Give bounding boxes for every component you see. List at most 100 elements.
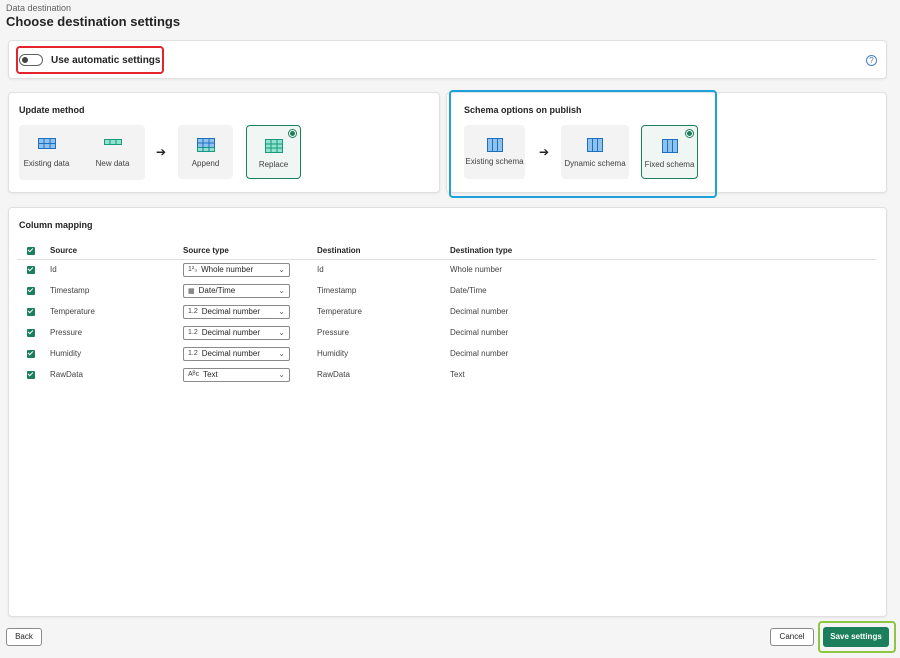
source-cell: Temperature: [50, 307, 95, 316]
column-mapping-table: Source Source type Destination Destinati…: [17, 242, 877, 385]
append-option[interactable]: Append: [178, 125, 233, 179]
destination-cell: Timestamp: [317, 286, 357, 295]
source-type-dropdown[interactable]: 1.2 Decimal number ⌄: [183, 304, 290, 319]
decimal-type-icon: 1.2: [188, 329, 198, 336]
source-cell: RawData: [50, 370, 83, 379]
toggle-knob: [22, 57, 28, 63]
text-type-icon: Aᴮc: [188, 371, 200, 378]
fixed-schema-icon: [661, 139, 678, 153]
table-rows-icon: [103, 139, 122, 145]
header-destination-type: Destination type: [450, 242, 877, 260]
replace-option[interactable]: Replace: [246, 125, 301, 179]
source-type-value: Text: [203, 370, 218, 379]
table-row: Timestamp ▦ Date/Time ⌄ Timestamp Date/Tim…: [17, 280, 877, 301]
breadcrumb: Data destination: [6, 3, 72, 13]
decimal-type-icon: 1.2: [188, 350, 198, 357]
auto-settings-label: Use automatic settings: [51, 55, 161, 66]
append-table-icon: [196, 138, 215, 152]
auto-settings-card: Use automatic settings ?: [8, 40, 887, 79]
selected-radio-icon: [685, 129, 694, 138]
destination-cell: Humidity: [317, 349, 349, 358]
destination-type-cell: Decimal number: [450, 349, 509, 358]
destination-cell: Id: [317, 265, 324, 275]
save-settings-button[interactable]: Save settings: [823, 627, 889, 647]
column-mapping-card: Column mapping Source Source type Destin…: [8, 207, 887, 617]
source-type-value: Date/Time: [198, 286, 236, 295]
destination-type-cell: Decimal number: [450, 328, 509, 337]
row-checkbox[interactable]: [27, 286, 35, 295]
whole-number-type-icon: 1²₃: [188, 266, 198, 274]
replace-label: Replace: [258, 160, 289, 169]
table-header-row: Source Source type Destination Destinati…: [17, 242, 877, 260]
dynamic-schema-option[interactable]: Dynamic schema: [561, 125, 629, 179]
header-destination: Destination: [317, 242, 450, 260]
header-source-type: Source type: [183, 242, 317, 260]
table-row: RawData Aᴮc Text ⌄ RawData Text: [17, 364, 877, 385]
table-icon: [37, 138, 56, 149]
destination-cell: Pressure: [317, 328, 350, 337]
source-cell: Id: [50, 265, 57, 275]
destination-cell: Temperature: [317, 307, 362, 316]
destination-cell: RawData: [317, 370, 350, 379]
chevron-down-icon: ⌄: [278, 348, 285, 358]
table-row: Humidity 1.2 Decimal number ⌄ Humidity Dec…: [17, 343, 877, 364]
dynamic-schema-icon: [587, 138, 603, 152]
update-method-card: Update method Existing data New data ➔ A…: [8, 92, 440, 193]
schema-columns-icon: [486, 138, 503, 152]
append-label: Append: [191, 159, 220, 168]
schema-options-title: Schema options on publish: [464, 105, 582, 115]
destination-type-cell: Date/Time: [450, 286, 487, 295]
destination-type-cell: Text: [450, 370, 465, 379]
arrow-right-icon: ➔: [156, 145, 167, 159]
destination-type-cell: Decimal number: [450, 307, 509, 316]
row-checkbox[interactable]: [27, 370, 35, 379]
page-title: Choose destination settings: [6, 14, 181, 29]
source-type-value: Decimal number: [201, 307, 260, 316]
source-cell: Pressure: [50, 328, 83, 337]
selected-radio-icon: [288, 129, 297, 138]
dynamic-schema-label: Dynamic schema: [564, 159, 626, 168]
row-checkbox[interactable]: [27, 266, 35, 275]
decimal-type-icon: 1.2: [188, 308, 198, 315]
source-type-dropdown[interactable]: Aᴮc Text ⌄: [183, 367, 290, 382]
header-source: Source: [50, 242, 183, 260]
back-button[interactable]: Back: [6, 628, 42, 646]
source-type-dropdown[interactable]: 1.2 Decimal number ⌄: [183, 346, 290, 361]
source-type-value: Whole number: [201, 265, 254, 275]
schema-options-card: Schema options on publish Existing schem…: [446, 90, 887, 198]
chevron-down-icon: ⌄: [278, 285, 285, 295]
cancel-button[interactable]: Cancel: [770, 628, 814, 646]
existing-data-option: Existing data: [19, 125, 74, 179]
select-all-checkbox[interactable]: [27, 246, 35, 255]
existing-schema-label: Existing schema: [465, 157, 524, 166]
update-method-title: Update method: [19, 105, 85, 115]
source-type-dropdown[interactable]: 1.2 Decimal number ⌄: [183, 325, 290, 340]
existing-data-label: Existing data: [23, 159, 70, 168]
new-data-option: New data: [85, 125, 140, 179]
source-type-value: Decimal number: [201, 349, 260, 358]
source-type-dropdown[interactable]: 1²₃ Whole number ⌄: [183, 262, 290, 277]
row-checkbox[interactable]: [27, 349, 35, 358]
auto-settings-toggle[interactable]: [19, 54, 43, 66]
destination-type-cell: Whole number: [450, 265, 503, 275]
row-checkbox[interactable]: [27, 307, 35, 316]
chevron-down-icon: ⌄: [278, 327, 285, 337]
chevron-down-icon: ⌄: [278, 264, 285, 274]
source-type-dropdown[interactable]: ▦ Date/Time ⌄: [183, 283, 290, 298]
table-row: Pressure 1.2 Decimal number ⌄ Pressure Dec…: [17, 322, 877, 343]
source-cell: Humidity: [50, 349, 82, 358]
column-mapping-title: Column mapping: [19, 220, 93, 230]
existing-schema-option: Existing schema: [464, 125, 525, 179]
chevron-down-icon: ⌄: [278, 369, 285, 379]
table-row: Temperature 1.2 Decimal number ⌄ Temperatu…: [17, 301, 877, 322]
arrow-right-icon: ➔: [539, 145, 550, 159]
question-circle-icon[interactable]: ?: [866, 55, 877, 66]
calendar-icon: ▦: [188, 287, 195, 295]
table-row: Id 1²₃ Whole number ⌄ Id Whole number: [17, 259, 877, 280]
fixed-schema-option[interactable]: Fixed schema: [641, 125, 698, 179]
source-cell: Timestamp: [50, 286, 90, 295]
source-type-value: Decimal number: [201, 328, 260, 337]
fixed-schema-label: Fixed schema: [644, 160, 695, 169]
row-checkbox[interactable]: [27, 328, 35, 337]
chevron-down-icon: ⌄: [278, 306, 285, 316]
